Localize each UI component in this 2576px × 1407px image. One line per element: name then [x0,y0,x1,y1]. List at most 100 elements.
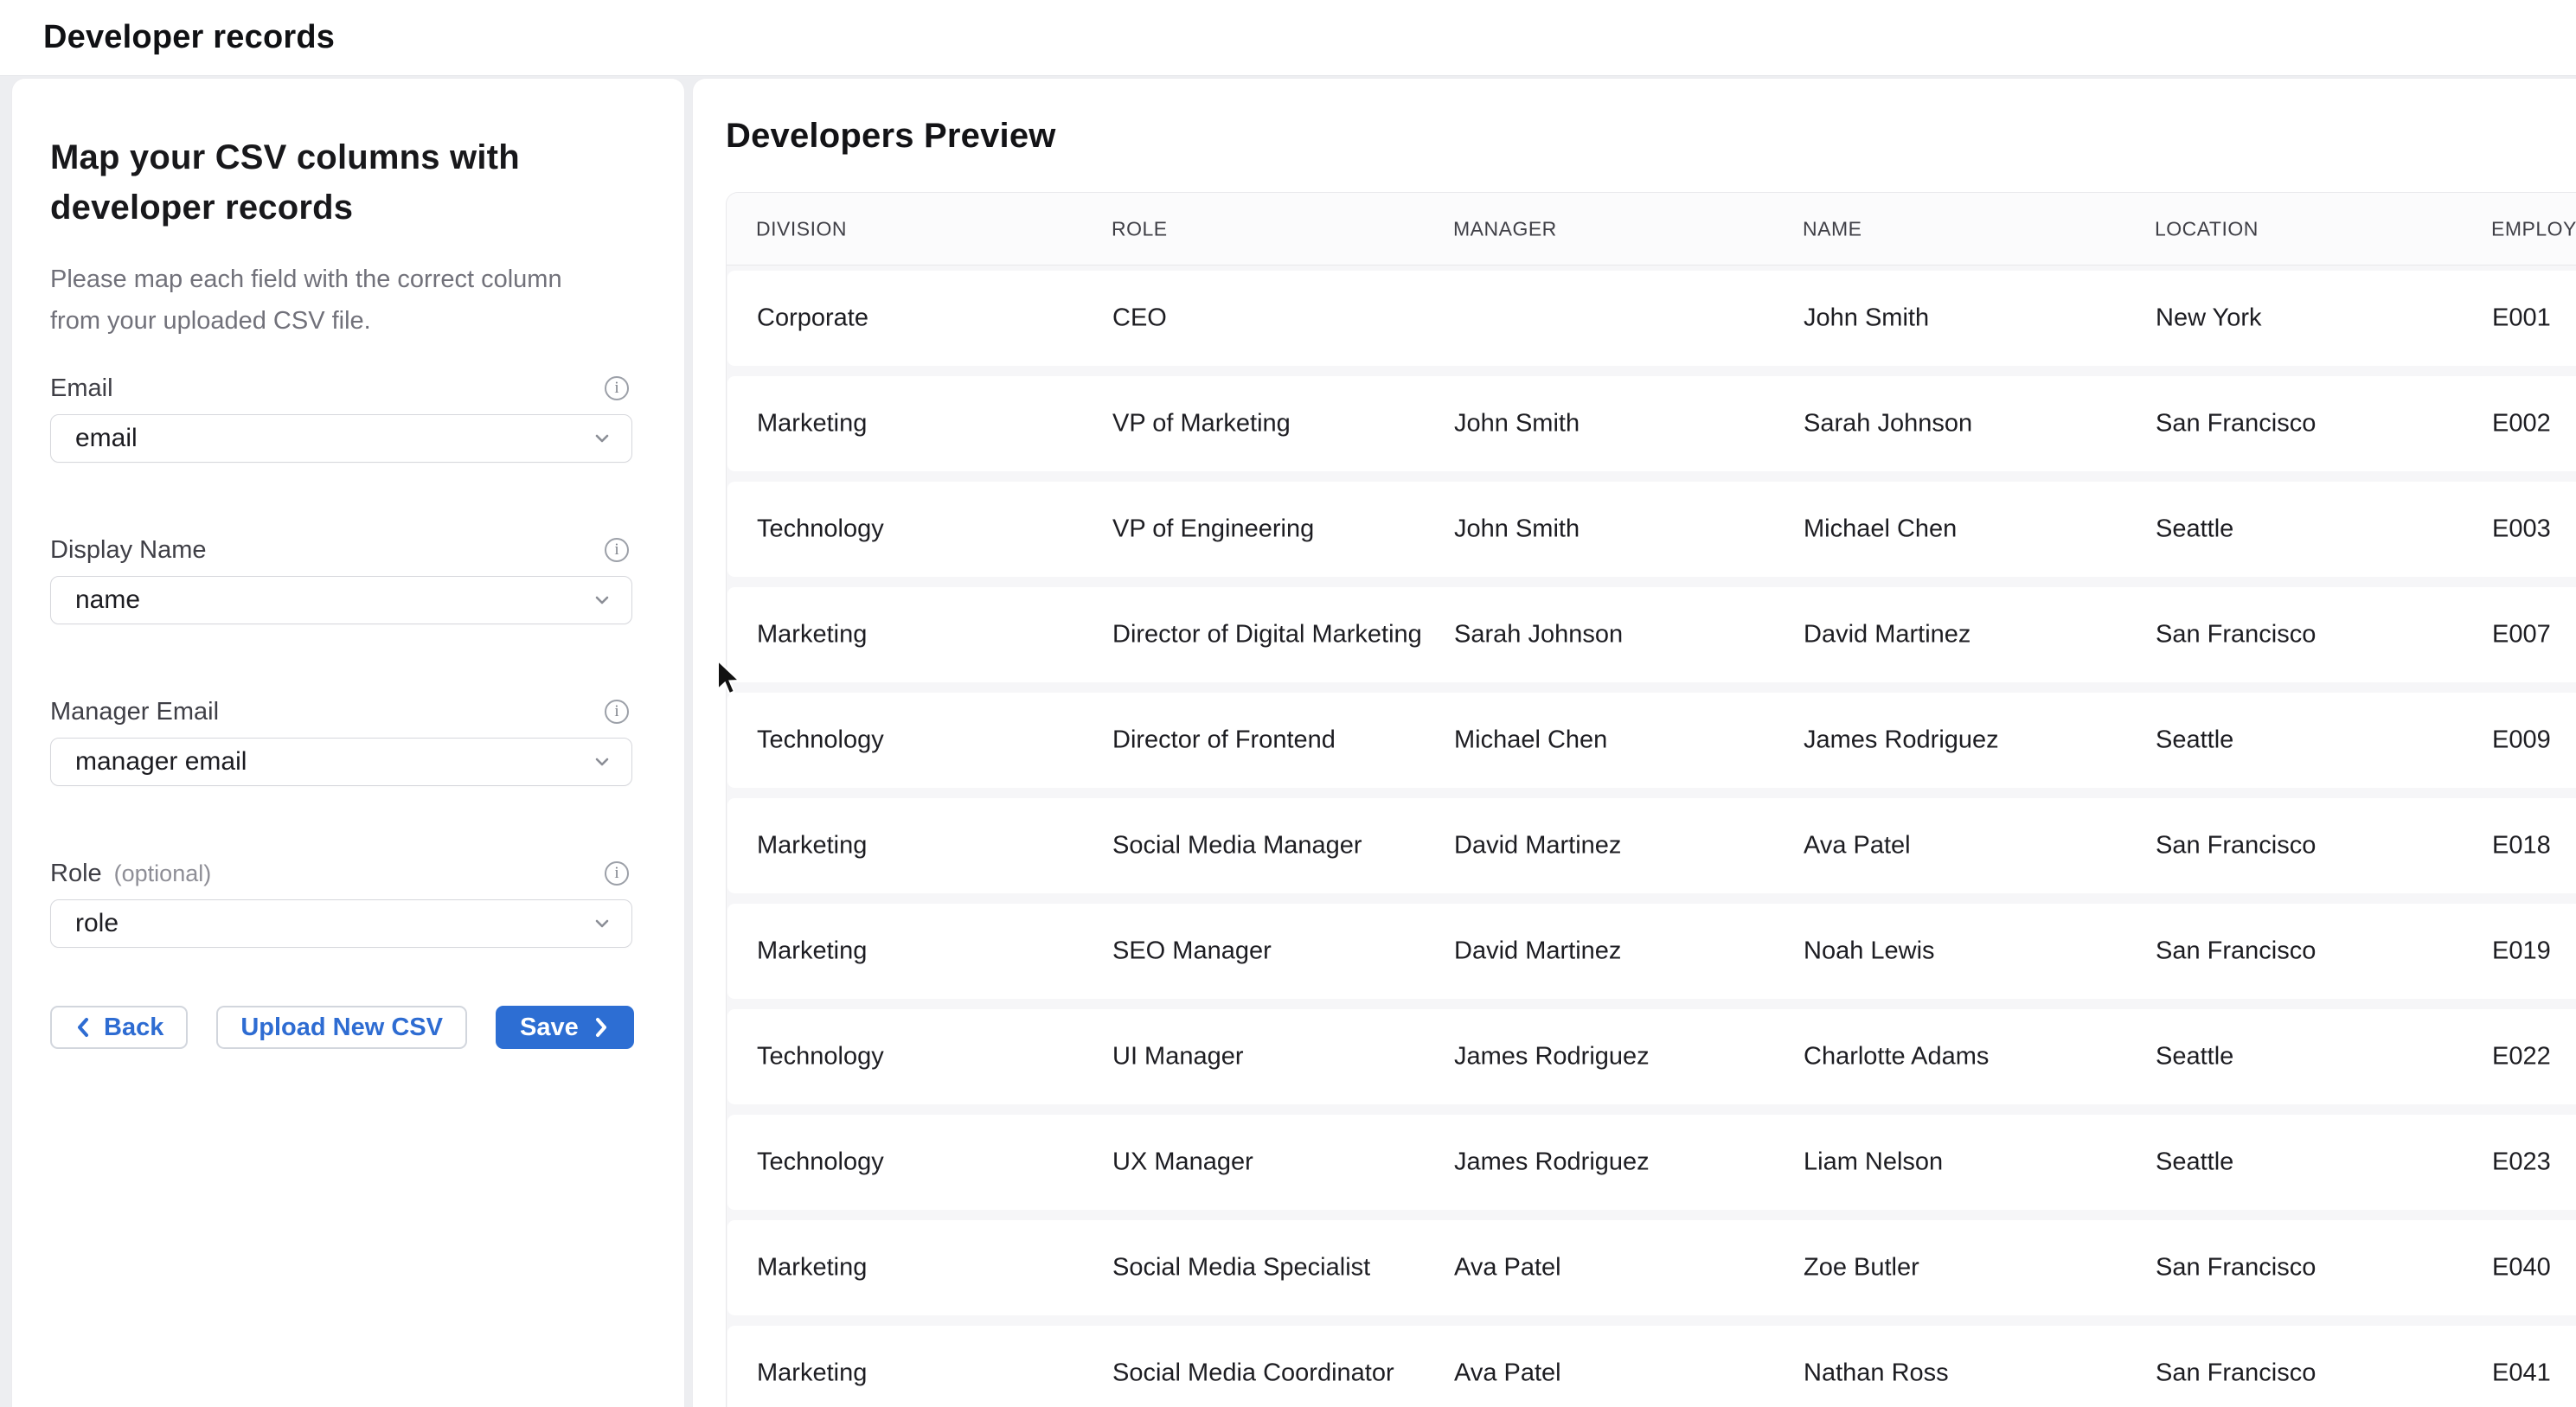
email-column-select-value: email [75,424,138,453]
table-row: Technology UX Manager James Rodriguez Li… [727,1110,2576,1215]
developers-preview-table: DIVISION ROLE MANAGER NAME LOCATION EMPL… [726,192,2576,1407]
table-row: Marketing VP of Marketing John Smith Sar… [727,371,2576,476]
developers-preview-section: Developers Preview DIVISION ROLE MANAGER… [692,78,2576,1407]
cell-role: Director of Frontend [1112,726,1336,755]
table-row: Marketing Director of Digital Marketing … [727,582,2576,688]
cell-location: San Francisco [2156,621,2316,649]
cell-location: San Francisco [2156,1254,2316,1282]
cell-location: San Francisco [2156,1359,2316,1388]
cell-manager: John Smith [1454,410,1580,438]
column-header-role: ROLE [1112,217,1168,240]
cell-name: Liam Nelson [1804,1148,1943,1177]
role-column-select[interactable]: role [50,899,632,948]
column-header-employee-id: EMPLOYEE ID [2491,217,2576,240]
column-header-location: LOCATION [2155,217,2259,240]
back-button-label: Back [104,1014,163,1042]
cell-manager: John Smith [1454,515,1580,544]
display-name-column-select-value: name [75,585,140,615]
email-column-select[interactable]: email [50,414,632,463]
role-field-label: Role [50,860,102,888]
cell-name: James Rodriguez [1804,726,1999,755]
info-icon[interactable]: i [605,700,629,724]
cell-manager: James Rodriguez [1454,1148,1650,1177]
cell-role: SEO Manager [1112,937,1272,966]
cell-location: San Francisco [2156,937,2316,966]
info-icon[interactable]: i [605,376,629,400]
cell-role: VP of Marketing [1112,410,1291,438]
cell-role: Social Media Specialist [1112,1254,1370,1282]
field-role: Role (optional) i role [50,860,632,948]
cell-name: Nathan Ross [1804,1359,1949,1388]
cell-role: UI Manager [1112,1043,1244,1071]
back-button[interactable]: Back [50,1006,188,1049]
cell-name: Noah Lewis [1804,937,1935,966]
cell-location: Seattle [2156,1148,2233,1177]
cell-manager: David Martinez [1454,937,1621,966]
info-icon[interactable]: i [605,861,629,886]
cell-location: Seattle [2156,515,2233,544]
table-row: Technology VP of Engineering John Smith … [727,476,2576,582]
chevron-down-icon [592,751,612,772]
cell-employee-id: E041 [2492,1359,2551,1388]
cell-location: San Francisco [2156,832,2316,860]
cell-location: San Francisco [2156,410,2316,438]
cell-location: Seattle [2156,726,2233,755]
cell-employee-id: E007 [2492,621,2551,649]
chevron-right-icon [593,1016,610,1039]
cell-division: Technology [757,1043,884,1071]
cell-location: New York [2156,304,2262,333]
cell-employee-id: E003 [2492,515,2551,544]
cell-employee-id: E001 [2492,304,2551,333]
display-name-column-select[interactable]: name [50,576,632,624]
role-column-select-value: role [75,909,119,938]
cell-division: Technology [757,515,884,544]
cell-name: David Martinez [1804,621,1970,649]
cell-manager: Michael Chen [1454,726,1607,755]
cell-role: VP of Engineering [1112,515,1314,544]
display-name-field-label: Display Name [50,536,207,565]
save-button-label: Save [520,1014,579,1042]
cell-role: UX Manager [1112,1148,1253,1177]
cell-name: Ava Patel [1804,832,1911,860]
cell-manager: Ava Patel [1454,1359,1561,1388]
role-optional-label: (optional) [114,860,212,887]
cell-name: Charlotte Adams [1804,1043,1989,1071]
cell-manager: James Rodriguez [1454,1043,1650,1071]
cell-division: Marketing [757,1359,867,1388]
table-row: Marketing SEO Manager David Martinez Noa… [727,899,2576,1004]
table-row: Technology Director of Frontend Michael … [727,688,2576,793]
manager-email-column-select[interactable]: manager email [50,738,632,786]
cell-division: Corporate [757,304,868,333]
cell-employee-id: E019 [2492,937,2551,966]
cell-location: Seattle [2156,1043,2233,1071]
cell-name: Michael Chen [1804,515,1957,544]
mapping-panel-description: Please map each field with the correct c… [50,259,604,342]
cell-role: Social Media Coordinator [1112,1359,1394,1388]
field-display-name: Display Name i name [50,536,632,624]
upload-new-csv-button[interactable]: Upload New CSV [216,1006,467,1049]
cell-role: Social Media Manager [1112,832,1362,860]
chevron-down-icon [592,428,612,449]
chevron-left-icon [74,1016,92,1039]
cell-employee-id: E002 [2492,410,2551,438]
cell-manager: Ava Patel [1454,1254,1561,1282]
table-row: Corporate CEO John Smith New York E001 [727,265,2576,371]
table-header-row: DIVISION ROLE MANAGER NAME LOCATION EMPL… [727,193,2576,265]
save-button[interactable]: Save [496,1006,634,1049]
info-icon[interactable]: i [605,538,629,562]
column-header-manager: MANAGER [1453,217,1557,240]
chevron-down-icon [592,913,612,934]
column-header-division: DIVISION [756,217,847,240]
mapping-actions: Back Upload New CSV Save [50,1006,631,1049]
cell-employee-id: E040 [2492,1254,2551,1282]
chevron-down-icon [592,590,612,611]
cell-division: Technology [757,1148,884,1177]
cell-manager: Sarah Johnson [1454,621,1623,649]
cell-name: Sarah Johnson [1804,410,1972,438]
cell-employee-id: E009 [2492,726,2551,755]
cell-division: Marketing [757,832,867,860]
cell-division: Technology [757,726,884,755]
field-manager-email: Manager Email i manager email [50,698,632,786]
manager-email-field-label: Manager Email [50,698,219,726]
cell-division: Marketing [757,1254,867,1282]
